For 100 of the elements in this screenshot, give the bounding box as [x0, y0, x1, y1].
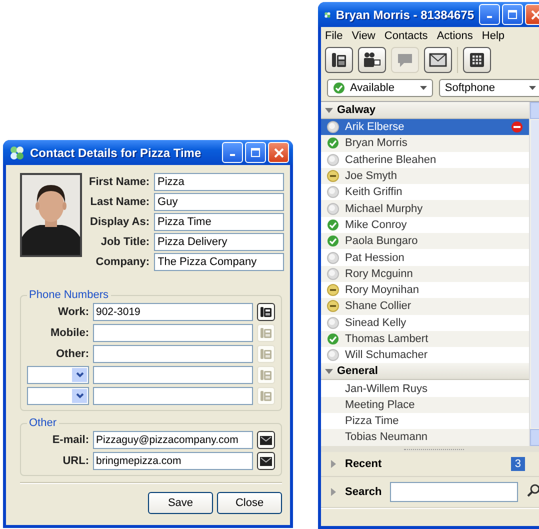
group-title: Other	[28, 417, 58, 429]
contact-row[interactable]: Michael Murphy	[321, 200, 529, 217]
contact-row[interactable]: Sinead Kelly	[321, 314, 529, 331]
field-label: First Name:	[89, 176, 150, 188]
contact-row[interactable]: Jan-Willem Ruys	[321, 380, 529, 397]
field-label: Last Name:	[89, 196, 150, 208]
input-field[interactable]: Pizza Delivery	[154, 233, 284, 251]
type-dropdown[interactable]	[27, 387, 89, 405]
contact-row[interactable]: Mike Conroy	[321, 216, 529, 234]
video-camera-icon	[363, 52, 381, 68]
contact-row[interactable]: Joe Smyth	[321, 168, 529, 184]
minimize-button[interactable]	[479, 4, 500, 25]
section-title: Recent	[345, 458, 382, 470]
count-badge: 3	[510, 456, 525, 471]
contact-row[interactable]: Bryan Morris	[321, 135, 529, 152]
contact-row[interactable]: Paola Bungaro	[321, 233, 529, 250]
dial-button[interactable]	[257, 303, 275, 321]
collapse-triangle-icon[interactable]	[329, 488, 337, 496]
input-field[interactable]	[93, 387, 253, 405]
contact-row[interactable]: Will Schumacher	[321, 347, 529, 364]
menu-item[interactable]: File	[325, 30, 343, 42]
envelope-icon	[260, 436, 272, 444]
field-label: Work:	[57, 306, 89, 318]
contact-row[interactable]: Thomas Lambert	[321, 330, 529, 348]
contact-row[interactable]: Pat Hession	[321, 249, 529, 266]
minimize-button[interactable]	[222, 142, 243, 163]
input-field[interactable]: Pizzaguy@pizzacompany.com	[93, 431, 253, 449]
close-button[interactable]	[268, 142, 289, 163]
maximize-icon	[508, 10, 517, 19]
menu-item[interactable]: Contacts	[384, 30, 428, 42]
contact-row[interactable]: Catherine Bleahen	[321, 152, 529, 168]
toolbar-button[interactable]	[325, 47, 353, 73]
contact-row[interactable]: Rory Mcguinn	[321, 266, 529, 282]
contact-row[interactable]: Rory Moynihan	[321, 282, 529, 298]
contact-name: Michael Murphy	[345, 202, 424, 215]
toolbar-button[interactable]	[424, 47, 452, 73]
chevron-icon	[76, 393, 84, 399]
keypad-icon	[469, 52, 485, 68]
caret-icon	[420, 86, 427, 90]
phone-icon	[260, 327, 272, 339]
mail-button[interactable]	[257, 452, 275, 470]
maximize-button[interactable]	[502, 4, 523, 25]
group-name: Galway	[337, 104, 376, 116]
contact-name: Arik Elberse	[345, 121, 406, 134]
input-field[interactable]: 902-3019	[93, 303, 253, 321]
input-field[interactable]: bringmepizza.com	[93, 452, 253, 470]
contact-row[interactable]: Shane Collier	[321, 298, 529, 315]
presence-dropdown[interactable]: Available	[327, 79, 433, 97]
input-field[interactable]: The Pizza Company	[154, 253, 284, 271]
maximize-button[interactable]	[245, 142, 266, 163]
group-header[interactable]: General	[321, 363, 529, 380]
menu-item[interactable]: View	[352, 30, 376, 42]
field-label: Display As:	[89, 216, 150, 228]
contact-row[interactable]: Meeting Place	[321, 396, 529, 414]
expand-triangle-icon[interactable]	[325, 106, 333, 114]
caret-icon	[529, 86, 536, 90]
field-label: E-mail:	[51, 434, 89, 446]
contact-row[interactable]: Pizza Time	[321, 413, 529, 430]
mail-button[interactable]	[257, 431, 275, 449]
phone-icon	[260, 390, 272, 402]
window-title: Bryan Morris - 81384675	[336, 8, 474, 22]
input-field[interactable]	[93, 345, 253, 363]
app-logo-icon	[9, 144, 25, 160]
recent-section-header[interactable]: Recent 3	[321, 452, 539, 477]
contact-name: Thomas Lambert	[345, 333, 430, 345]
toolbar-button[interactable]	[358, 47, 386, 73]
input-field[interactable]	[93, 324, 253, 342]
dialog-button[interactable]: Save	[148, 492, 213, 514]
device-dropdown[interactable]: Softphone	[438, 79, 539, 97]
contact-name: Jan-Willem Ruys	[345, 382, 429, 395]
group-name: General	[337, 365, 378, 378]
dialog-button[interactable]: Close	[217, 492, 282, 514]
field-label: Job Title:	[100, 236, 150, 248]
close-icon	[530, 10, 539, 20]
contact-name: Keith Griffin	[345, 186, 404, 198]
menu-item[interactable]: Help	[482, 30, 505, 42]
contact-name: Meeting Place	[345, 398, 416, 411]
field-label: Other:	[55, 348, 89, 360]
group-header[interactable]: Galway	[321, 102, 529, 119]
contact-name: Sinead Kelly	[345, 316, 408, 329]
input-field[interactable]: Guy	[154, 193, 284, 211]
type-dropdown[interactable]	[27, 366, 89, 384]
chevron-icon	[76, 372, 84, 378]
input-field[interactable]	[93, 366, 253, 384]
contact-row[interactable]: Keith Griffin	[321, 184, 529, 200]
input-field[interactable]: Pizza Time	[154, 213, 284, 231]
group-title: Phone Numbers	[28, 289, 110, 301]
contact-name: Paola Bungaro	[345, 235, 419, 248]
contact-name: Pizza Time	[345, 415, 400, 428]
collapse-triangle-icon[interactable]	[329, 460, 337, 468]
contact-name: Rory Moynihan	[345, 284, 420, 296]
contact-row[interactable]: Tobias Neumann	[321, 429, 529, 446]
contact-name: Mike Conroy	[345, 218, 408, 231]
search-field[interactable]	[390, 482, 518, 502]
contact-row[interactable]: Arik Elberse	[321, 119, 529, 136]
expand-triangle-icon[interactable]	[325, 367, 333, 376]
input-field[interactable]: Pizza	[154, 173, 284, 191]
contact-name: Shane Collier	[345, 300, 412, 312]
menu-item[interactable]: Actions	[436, 30, 473, 42]
toolbar-button[interactable]	[463, 47, 491, 73]
